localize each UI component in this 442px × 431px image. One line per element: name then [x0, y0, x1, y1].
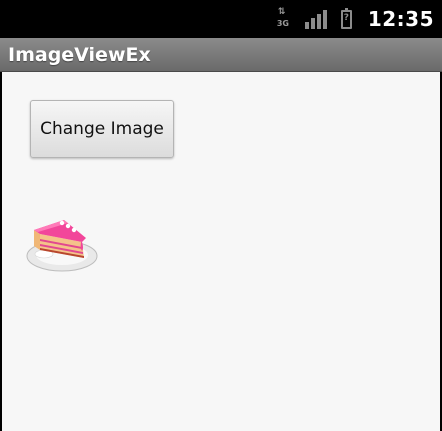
status-clock: 12:35: [367, 7, 434, 31]
network-label: 3G: [276, 19, 289, 28]
title-bar: ImageViewEx: [0, 38, 442, 72]
signal-bars-icon: [304, 9, 327, 29]
change-image-button[interactable]: Change Image: [30, 100, 174, 158]
main-content: Change Image: [2, 72, 440, 431]
network-3g-icon: ⇅ 3G: [276, 7, 289, 28]
battery-symbol: ?: [343, 12, 349, 23]
cake-slice-image: [26, 220, 98, 272]
status-bar: ⇅ 3G ? 12:35: [0, 0, 442, 38]
battery-unknown-icon: ?: [340, 7, 352, 29]
phone-screen: ⇅ 3G ? 12:35 ImageViewEx Change Image: [0, 0, 442, 431]
app-title: ImageViewEx: [8, 43, 151, 66]
